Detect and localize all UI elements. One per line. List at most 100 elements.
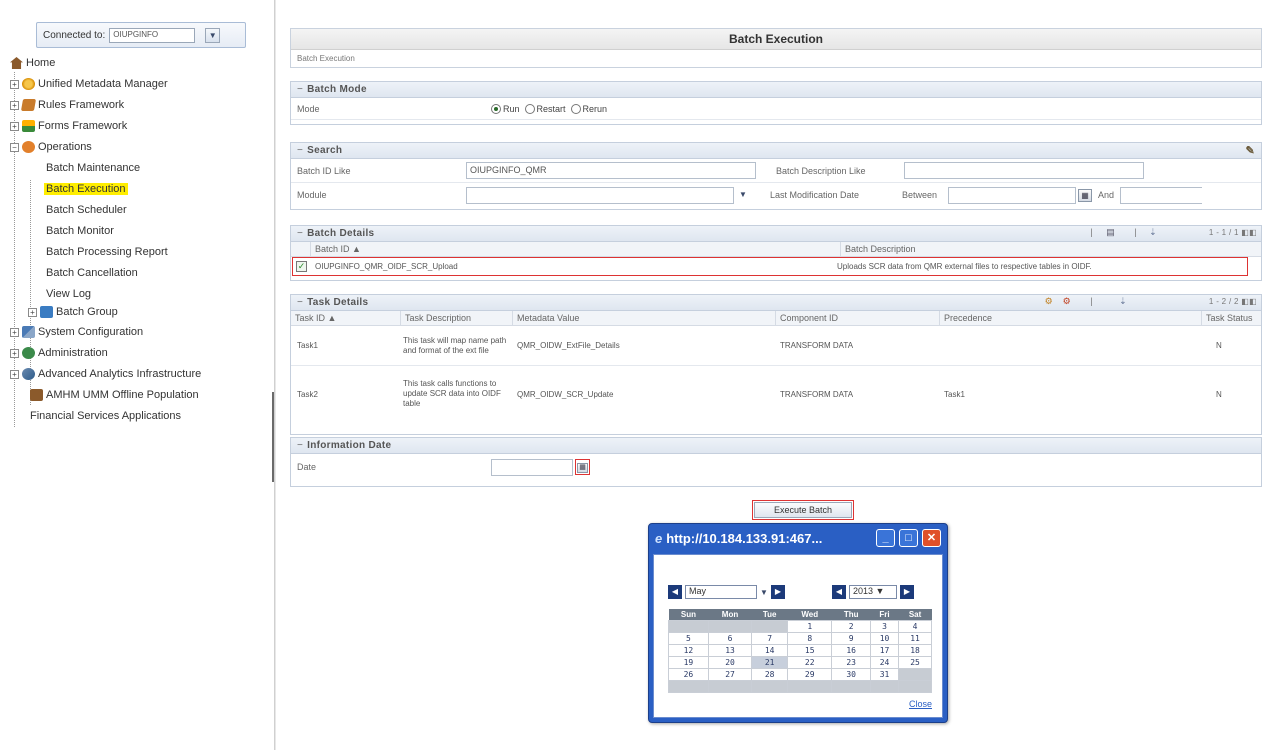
calendar-day-cell[interactable]: 2 bbox=[831, 619, 872, 633]
calendar-day-cell[interactable]: 12 bbox=[668, 643, 709, 657]
expand-icon[interactable]: + bbox=[10, 121, 19, 131]
resize-handle[interactable] bbox=[272, 392, 277, 482]
nav-item-rules-framework[interactable]: + Rules Framework bbox=[10, 96, 124, 114]
calendar-day-cell[interactable]: 15 bbox=[787, 643, 833, 657]
calendar-day-cell[interactable]: 29 bbox=[787, 667, 833, 681]
maximize-icon[interactable]: □ bbox=[899, 529, 918, 547]
calendar-day-cell[interactable]: 27 bbox=[707, 667, 753, 681]
first-page-icon[interactable]: ◧ bbox=[1241, 228, 1249, 237]
module-select[interactable] bbox=[466, 186, 734, 204]
search-edit-icon[interactable]: ✎ bbox=[1245, 144, 1255, 157]
calendar-day-cell[interactable]: 31 bbox=[870, 667, 900, 681]
execute-batch-button[interactable]: Execute Batch bbox=[754, 502, 852, 518]
calendar-icon[interactable]: ▦ bbox=[1078, 188, 1092, 202]
nav-item-home[interactable]: Home bbox=[10, 54, 55, 72]
column-header-batch-id[interactable]: Batch ID ▲ bbox=[311, 242, 821, 256]
nav-item-unified-metadata-manager[interactable]: + Unified Metadata Manager bbox=[10, 75, 168, 93]
expand-icon[interactable]: + bbox=[10, 100, 19, 110]
calendar-day-cell[interactable]: 19 bbox=[668, 655, 709, 669]
expand-icon[interactable]: + bbox=[28, 307, 37, 317]
nav-item-operations[interactable]: − Operations bbox=[10, 138, 92, 156]
close-icon[interactable]: ✕ bbox=[922, 529, 941, 547]
nav-item-advanced-analytics-infrastructure[interactable]: + Advanced Analytics Infrastructure bbox=[10, 365, 201, 383]
column-header-task-description[interactable]: Task Description bbox=[401, 311, 513, 325]
calendar-day-cell[interactable]: 21 bbox=[751, 655, 789, 669]
radio-run[interactable] bbox=[491, 103, 501, 114]
column-header-metadata-value[interactable]: Metadata Value bbox=[513, 311, 776, 325]
nav-item-forms-framework[interactable]: + Forms Framework bbox=[10, 117, 127, 135]
next-year-icon[interactable]: ▶ bbox=[900, 585, 914, 599]
prev-page-icon[interactable]: ◧ bbox=[1249, 297, 1257, 306]
nav-item-batch-cancellation[interactable]: Batch Cancellation bbox=[46, 264, 138, 282]
row-checkbox[interactable]: ✓ bbox=[296, 261, 307, 272]
sort-icon[interactable]: ⇣ bbox=[1149, 227, 1157, 238]
exclude-task-icon[interactable]: ⚙ bbox=[1063, 296, 1071, 307]
table-row[interactable]: Task2 This task calls functions to updat… bbox=[291, 366, 1261, 422]
collapse-icon[interactable]: − bbox=[10, 142, 19, 152]
calendar-day-cell[interactable]: 5 bbox=[668, 631, 709, 645]
column-header-task-status[interactable]: Task Status bbox=[1202, 311, 1261, 325]
date-to-input[interactable] bbox=[1120, 186, 1202, 204]
nav-item-administration[interactable]: + Administration bbox=[10, 344, 108, 362]
nav-item-batch-processing-report[interactable]: Batch Processing Report bbox=[46, 243, 168, 261]
column-header-component-id[interactable]: Component ID bbox=[776, 311, 940, 325]
collapse-icon[interactable]: − bbox=[297, 145, 303, 156]
calendar-day-cell[interactable]: 6 bbox=[707, 631, 753, 645]
collapse-icon[interactable]: − bbox=[297, 440, 303, 451]
batch-id-input[interactable]: OIUPGINFO_QMR bbox=[466, 162, 756, 179]
column-header-task-id[interactable]: Task ID ▲ bbox=[291, 311, 401, 325]
prev-month-icon[interactable]: ◀ bbox=[668, 585, 682, 599]
calendar-day-cell[interactable]: 18 bbox=[898, 643, 932, 657]
calendar-day-cell[interactable]: 4 bbox=[898, 619, 932, 633]
section-header[interactable]: − Task Details ⚙ ⚙ | ⇣ 1 - 2 / 2 ◧◧ bbox=[291, 295, 1261, 311]
sort-icon[interactable]: ⇣ bbox=[1119, 296, 1127, 307]
month-select[interactable]: May bbox=[685, 585, 757, 599]
next-month-icon[interactable]: ▶ bbox=[770, 585, 785, 599]
date-from-input[interactable] bbox=[948, 186, 1076, 204]
nav-item-batch-group[interactable]: + Batch Group bbox=[28, 303, 118, 321]
nav-item-batch-execution[interactable]: Batch Execution bbox=[44, 180, 128, 198]
expand-icon[interactable]: + bbox=[10, 327, 19, 337]
calendar-day-cell[interactable]: 3 bbox=[870, 619, 900, 633]
calendar-day-cell[interactable]: 24 bbox=[870, 655, 900, 669]
collapse-icon[interactable]: − bbox=[297, 297, 303, 308]
batch-description-input[interactable] bbox=[904, 162, 1144, 179]
year-select[interactable]: 2013 ▼ bbox=[849, 585, 897, 599]
calendar-day-cell[interactable]: 20 bbox=[707, 655, 753, 669]
calendar-day-cell[interactable]: 23 bbox=[831, 655, 872, 669]
information-date-input[interactable] bbox=[491, 458, 573, 476]
popup-titlebar[interactable]: e http://10.184.133.91:467... _ □ ✕ bbox=[649, 524, 947, 552]
chevron-down-icon[interactable]: ▼ bbox=[205, 27, 221, 43]
section-header[interactable]: − Information Date bbox=[291, 438, 1261, 454]
first-page-icon[interactable]: ◧ bbox=[1241, 297, 1249, 306]
calendar-day-cell[interactable]: 13 bbox=[707, 643, 753, 657]
expand-icon[interactable]: + bbox=[10, 348, 19, 358]
nav-item-batch-maintenance[interactable]: Batch Maintenance bbox=[46, 159, 140, 177]
section-header[interactable]: − Batch Details | ▤ | ⇣ 1 - 1 / 1 ◧◧ bbox=[291, 226, 1261, 242]
calendar-day-cell[interactable]: 22 bbox=[787, 655, 833, 669]
nav-item-financial-services-applications[interactable]: Financial Services Applications bbox=[30, 407, 181, 425]
column-header-precedence[interactable]: Precedence bbox=[940, 311, 1202, 325]
calendar-day-cell[interactable]: 7 bbox=[751, 631, 789, 645]
connection-select[interactable]: OIUPGINFO bbox=[109, 27, 196, 43]
column-header-batch-description[interactable]: Batch Description bbox=[841, 242, 1261, 256]
calendar-day-cell[interactable]: 25 bbox=[898, 655, 932, 669]
view-icon[interactable]: ▤ bbox=[1106, 227, 1115, 238]
close-link[interactable]: Close bbox=[909, 699, 932, 709]
calendar-day-cell[interactable]: 9 bbox=[831, 631, 872, 645]
calendar-day-cell[interactable]: 1 bbox=[787, 619, 833, 633]
calendar-day-cell[interactable]: 8 bbox=[787, 631, 833, 645]
nav-item-amhm-umm-offline-population[interactable]: AMHM UMM Offline Population bbox=[30, 386, 199, 404]
nav-item-view-log[interactable]: View Log bbox=[46, 285, 91, 303]
nav-item-batch-scheduler[interactable]: Batch Scheduler bbox=[46, 201, 127, 219]
calendar-day-cell[interactable]: 11 bbox=[898, 631, 932, 645]
run-task-icon[interactable]: ⚙ bbox=[1045, 296, 1053, 307]
prev-year-icon[interactable]: ◀ bbox=[832, 585, 846, 599]
minimize-icon[interactable]: _ bbox=[876, 529, 895, 547]
calendar-day-cell[interactable]: 30 bbox=[831, 667, 872, 681]
table-row[interactable]: Task1 This task will map name path and f… bbox=[291, 326, 1261, 366]
calendar-day-cell[interactable]: 26 bbox=[668, 667, 709, 681]
expand-icon[interactable]: + bbox=[10, 79, 19, 89]
collapse-icon[interactable]: − bbox=[297, 84, 303, 95]
calendar-icon[interactable]: ▦ bbox=[577, 463, 588, 473]
